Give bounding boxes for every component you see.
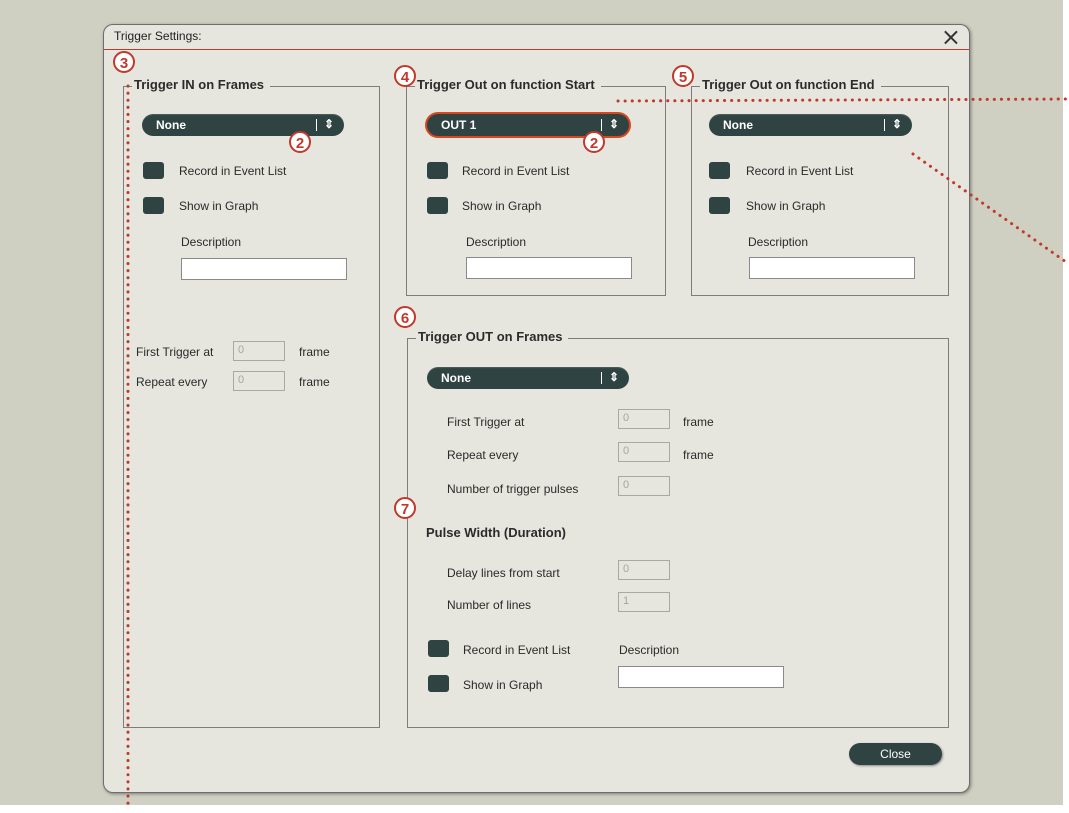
dropdown-separator [601, 119, 602, 131]
trigger-out-start-description-label: Description [466, 235, 527, 249]
trigger-in-first-label: First Trigger at [136, 345, 214, 359]
close-button[interactable]: Close [849, 743, 942, 765]
trigger-out-frames-first-label: First Trigger at [447, 415, 525, 429]
updown-arrow-icon: ⇕ [323, 117, 334, 131]
dialog-title: Trigger Settings: [114, 29, 202, 43]
dropdown-value: None [156, 118, 186, 132]
trigger-in-description-label: Description [181, 235, 242, 249]
dropdown-separator [601, 372, 602, 384]
trigger-out-frames-lines-label: Number of lines [447, 598, 532, 612]
trigger-out-frames-dropdown[interactable]: None ⇕ [427, 367, 629, 389]
close-icon[interactable]: × [941, 25, 961, 51]
trigger-out-frames-description-label: Description [619, 643, 680, 657]
trigger-out-end-description-label: Description [748, 235, 809, 249]
trigger-out-frames-show-checkbox[interactable] [428, 675, 449, 692]
trigger-out-start-description-input[interactable] [466, 257, 632, 279]
trigger-out-frames-delay-label: Delay lines from start [447, 566, 560, 580]
trigger-in-record-checkbox[interactable] [143, 162, 164, 179]
callout-7: 7 [394, 497, 416, 519]
trigger-settings-dialog: Trigger Settings: × Trigger IN on Frames… [103, 24, 970, 793]
trigger-out-frames-first-input[interactable]: 0 [618, 409, 670, 429]
updown-arrow-icon: ⇕ [891, 117, 902, 131]
trigger-out-start-legend: Trigger Out on function Start [415, 77, 601, 92]
trigger-in-legend: Trigger IN on Frames [132, 77, 271, 92]
trigger-out-frames-first-unit: frame [683, 415, 714, 429]
trigger-in-repeat-input[interactable]: 0 [233, 371, 285, 391]
trigger-in-repeat-label: Repeat every [136, 375, 208, 389]
updown-arrow-icon: ⇕ [608, 117, 619, 131]
pulse-width-title: Pulse Width (Duration) [426, 525, 566, 540]
trigger-out-start-record-checkbox[interactable] [427, 162, 448, 179]
callout-2-out: 2 [583, 131, 605, 153]
trigger-in-first-unit: frame [299, 345, 330, 359]
callout-6: 6 [394, 306, 416, 328]
trigger-out-start-record-label: Record in Event List [462, 164, 570, 178]
trigger-out-frames-lines-input[interactable]: 1 [618, 592, 670, 612]
trigger-out-end-record-label: Record in Event List [746, 164, 854, 178]
trigger-out-end-description-input[interactable] [749, 257, 915, 279]
trigger-out-frames-description-input[interactable] [618, 666, 784, 688]
callout-3: 3 [113, 51, 135, 73]
trigger-out-start-show-checkbox[interactable] [427, 197, 448, 214]
trigger-in-first-input[interactable]: 0 [233, 341, 285, 361]
dropdown-separator [884, 119, 885, 131]
trigger-out-end-show-label: Show in Graph [746, 199, 826, 213]
trigger-out-frames-pulses-label: Number of trigger pulses [447, 482, 579, 496]
trigger-in-description-input[interactable] [181, 258, 347, 280]
trigger-out-frames-record-checkbox[interactable] [428, 640, 449, 657]
trigger-in-dropdown[interactable]: None ⇕ [142, 114, 344, 136]
dropdown-value: OUT 1 [441, 118, 477, 132]
dropdown-value: None [441, 371, 471, 385]
trigger-out-frames-record-label: Record in Event List [463, 643, 571, 657]
trigger-out-frames-show-label: Show in Graph [463, 678, 543, 692]
dropdown-value: None [723, 118, 753, 132]
trigger-out-frames-delay-input[interactable]: 0 [618, 560, 670, 580]
trigger-out-end-show-checkbox[interactable] [709, 197, 730, 214]
trigger-in-show-checkbox[interactable] [143, 197, 164, 214]
trigger-in-group: Trigger IN on Frames [123, 77, 380, 728]
callout-2-in: 2 [289, 131, 311, 153]
trigger-out-frames-repeat-unit: frame [683, 448, 714, 462]
dropdown-separator [316, 119, 317, 131]
trigger-out-end-record-checkbox[interactable] [709, 162, 730, 179]
trigger-out-frames-legend: Trigger OUT on Frames [416, 329, 569, 344]
trigger-out-start-show-label: Show in Graph [462, 199, 542, 213]
trigger-out-end-dropdown[interactable]: None ⇕ [709, 114, 912, 136]
trigger-in-show-label: Show in Graph [179, 199, 259, 213]
trigger-out-frames-repeat-label: Repeat every [447, 448, 519, 462]
trigger-in-record-label: Record in Event List [179, 164, 287, 178]
trigger-in-repeat-unit: frame [299, 375, 330, 389]
trigger-out-frames-repeat-input[interactable]: 0 [618, 442, 670, 462]
updown-arrow-icon: ⇕ [608, 370, 619, 384]
callout-5: 5 [672, 65, 694, 87]
dialog-titlebar: Trigger Settings: × [104, 25, 969, 51]
callout-4: 4 [394, 65, 416, 87]
trigger-out-end-legend: Trigger Out on function End [700, 77, 881, 92]
trigger-out-frames-pulses-input[interactable]: 0 [618, 476, 670, 496]
